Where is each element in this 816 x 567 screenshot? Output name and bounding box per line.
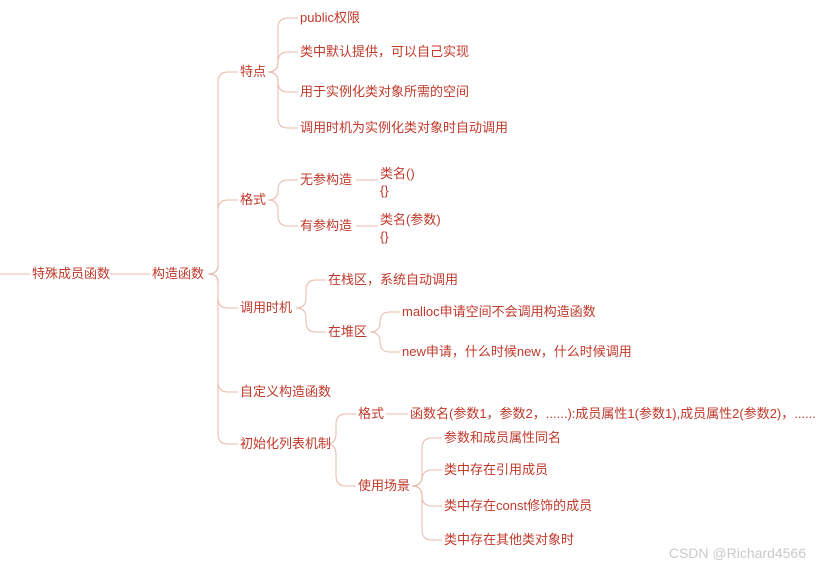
- mindmap-leaf: 参数和成员属性同名: [444, 430, 561, 447]
- mindmap-leaf: malloc申请空间不会调用构造函数: [402, 304, 596, 321]
- mindmap-leaf: 函数名(参数1，参数2，......):成员属性1(参数1),成员属性2(参数2…: [410, 406, 816, 423]
- mindmap-leaf: 在栈区，系统自动调用: [328, 272, 458, 289]
- mindmap-node-usecases: 使用场景: [358, 478, 410, 495]
- mindmap-node-custom: 自定义构造函数: [240, 384, 331, 401]
- mindmap-node-features: 特点: [240, 64, 266, 81]
- mindmap-node-heap: 在堆区: [328, 324, 367, 341]
- mindmap-node-format: 格式: [240, 192, 266, 209]
- mindmap-leaf: 类中存在引用成员: [444, 462, 548, 479]
- mindmap-leaf: 调用时机为实例化类对象时自动调用: [300, 120, 508, 137]
- mindmap-leaf: 用于实例化类对象所需的空间: [300, 84, 469, 101]
- mindmap-node-noarg: 无参构造: [300, 172, 352, 189]
- mindmap-node-witharg: 有参构造: [300, 218, 352, 235]
- watermark-text: CSDN @Richard4566: [669, 545, 806, 561]
- mindmap-leaf: 类中存在其他类对象时: [444, 532, 574, 549]
- mindmap-node-initlist-format: 格式: [358, 406, 384, 423]
- mindmap-leaf: 类中存在const修饰的成员: [444, 498, 592, 515]
- mindmap-leaf: 类名(参数) {}: [380, 212, 441, 246]
- mindmap-leaf: 类名() {}: [380, 166, 415, 200]
- mindmap-node-constructor: 构造函数: [152, 266, 204, 283]
- mindmap-leaf: new申请，什么时候new，什么时候调用: [402, 344, 632, 361]
- mindmap-node-root: 特殊成员函数: [32, 266, 110, 283]
- mindmap-leaf: public权限: [300, 10, 360, 27]
- mindmap-node-timing: 调用时机: [240, 300, 292, 317]
- mindmap-leaf: 类中默认提供，可以自己实现: [300, 44, 469, 61]
- mindmap-node-initlist: 初始化列表机制: [240, 436, 331, 453]
